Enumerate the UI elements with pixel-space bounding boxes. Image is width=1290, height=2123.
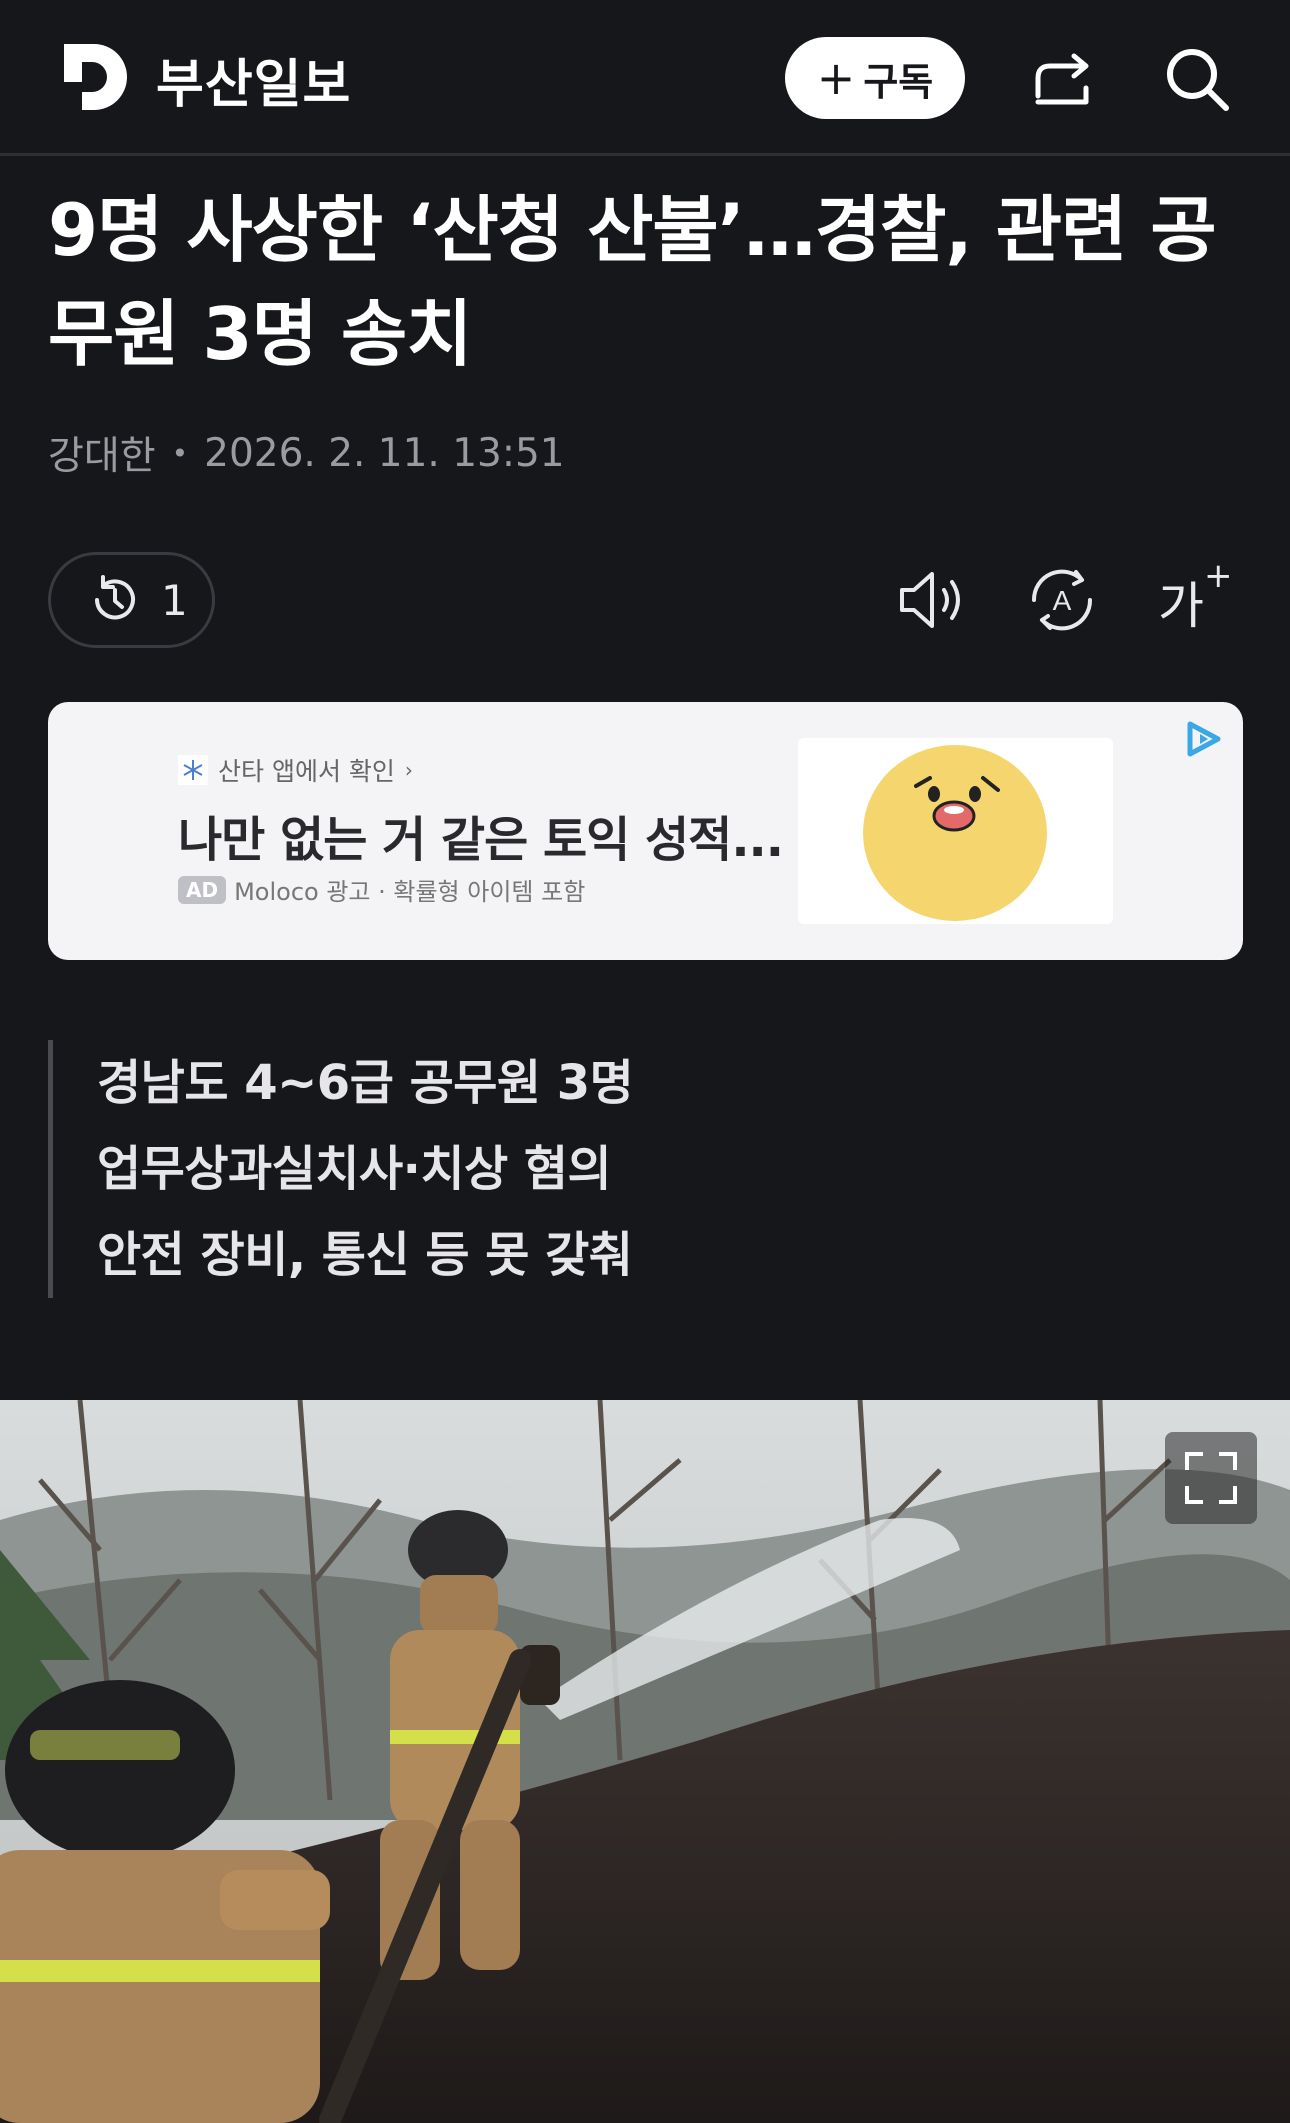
subscribe-button[interactable]: + 구독 [785,37,965,119]
brand-name[interactable]: 부산일보 [156,42,351,117]
ad-source-text: 산타 앱에서 확인 [218,757,395,786]
article-page: 부산일보 + 구독 9명 사상한 ‘산청 산불’…경찰, 관련 공무원 3명 송… [0,0,1290,2123]
history-count: 1 [161,575,188,625]
ad-badge: AD [178,875,227,904]
surprised-face-icon [863,745,1047,921]
ad-meta: AD Moloco 광고 · 확률형 아이템 포함 [178,872,585,907]
summary-line: 업무상과실치사·치상 혐의 [97,1141,612,1197]
speaker-icon[interactable] [892,560,972,640]
share-icon[interactable] [1030,44,1100,114]
plus-icon: + [816,51,856,105]
plus-small-icon: + [1204,556,1233,596]
separator-dot: • [171,436,189,470]
search-icon[interactable] [1162,44,1232,114]
article-headline: 9명 사상한 ‘산청 산불’…경찰, 관련 공무원 3명 송치 [48,188,1217,376]
ad-banner[interactable]: 산타 앱에서 확인 › 나만 없는 거 같은 토익 성적... AD Moloc… [48,702,1243,960]
expand-icon [1185,1452,1237,1504]
publish-time: 2026. 2. 11. 13:51 [204,430,565,476]
font-size-icon[interactable]: 가 + [1158,556,1238,636]
ad-thumbnail[interactable] [798,738,1113,924]
summary-line: 경남도 4~6급 공무원 3명 [97,1055,634,1111]
top-header: 부산일보 + 구독 [0,0,1290,156]
adchoices-icon[interactable] [1180,714,1230,764]
ad-source[interactable]: 산타 앱에서 확인 › [178,752,413,788]
ad-meta-text: Moloco 광고 · 확률형 아이템 포함 [234,878,586,906]
font-size-label: 가 [1158,577,1204,635]
byline: 강대한 • 2026. 2. 11. 13:51 [48,425,565,481]
history-icon [95,575,135,620]
logo-icon[interactable] [60,40,134,114]
chevron-right-icon: › [404,758,413,782]
translate-icon[interactable]: A [1022,560,1102,640]
snowflake-icon [178,755,208,785]
article-photo[interactable] [0,1400,1290,2123]
summary-line: 안전 장비, 통신 등 못 갖춰 [97,1227,633,1283]
ad-title: 나만 없는 거 같은 토익 성적... [178,812,784,868]
article-summary: 경남도 4~6급 공무원 3명 업무상과실치사·치상 혐의 안전 장비, 통신 … [48,1040,948,1298]
subscribe-label: 구독 [863,59,934,104]
expand-button[interactable] [1165,1432,1257,1524]
author-name[interactable]: 강대한 [48,425,156,481]
history-button[interactable]: 1 [48,552,215,648]
svg-text:A: A [1053,585,1072,616]
